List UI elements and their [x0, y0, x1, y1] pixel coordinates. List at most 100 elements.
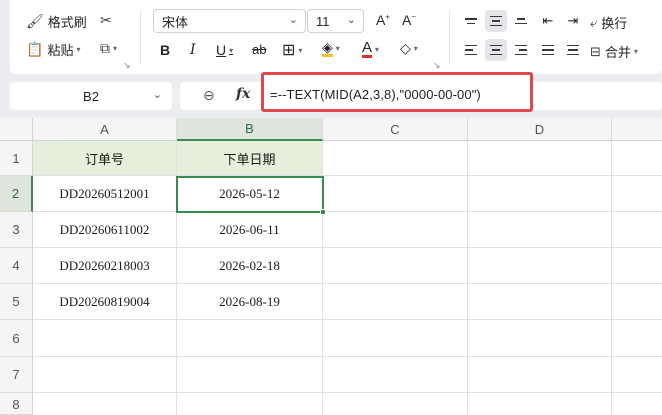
distributed-button[interactable] — [562, 39, 584, 61]
justify-button[interactable] — [537, 39, 559, 61]
column-header-b[interactable]: B — [177, 118, 323, 141]
row-header-8[interactable]: 8 — [0, 393, 33, 415]
row-header-3[interactable]: 3 — [0, 212, 33, 248]
border-button[interactable]: ⊞ ▾ — [282, 40, 302, 60]
font-size-value: 11 — [316, 13, 330, 29]
row-header-2[interactable]: 2 — [0, 176, 33, 212]
font-size-select[interactable]: 11 ⌄ — [307, 9, 364, 33]
cell-c5[interactable] — [323, 284, 468, 320]
align-bottom-button[interactable] — [510, 10, 532, 32]
column-header-d[interactable]: D — [468, 118, 612, 141]
align-middle-button[interactable] — [485, 10, 507, 32]
cell-a4[interactable]: DD20260218003 — [33, 248, 177, 284]
italic-button[interactable]: I — [190, 42, 196, 58]
font-color-button[interactable]: A ▾ — [362, 40, 379, 58]
font-launcher-icon[interactable]: ↘ — [433, 60, 441, 71]
copy-button[interactable]: ⧉ ▾ — [100, 40, 117, 57]
cell-c3[interactable] — [323, 212, 468, 248]
cell-a2[interactable]: DD20260512001 — [33, 176, 177, 212]
cell-b3[interactable]: 2026-06-11 — [177, 212, 323, 248]
row-header-6[interactable]: 6 — [0, 320, 33, 357]
paste-label: 粘贴 — [47, 43, 74, 58]
column-header-c[interactable]: C — [323, 118, 468, 141]
row-header-4[interactable]: 4 — [0, 248, 33, 284]
wrap-text-label: 换行 — [601, 16, 628, 31]
font-name-select[interactable]: 宋体 ⌄ — [153, 9, 306, 33]
decrease-indent-button[interactable]: ⇤ — [537, 10, 559, 32]
cell-a8[interactable] — [33, 393, 177, 415]
cell-b8[interactable] — [177, 393, 323, 415]
cell-a6[interactable] — [33, 320, 177, 357]
cell-d1[interactable] — [468, 141, 612, 176]
cell-e6[interactable] — [612, 320, 662, 357]
decrease-font-button[interactable]: A− — [402, 12, 416, 28]
underline-button[interactable]: U ▾ — [216, 42, 233, 58]
cell-e2[interactable] — [612, 176, 662, 212]
format-painter-button[interactable]: 🖌 格式刷 — [26, 12, 87, 31]
clear-format-button[interactable]: ◇ ▾ — [400, 40, 418, 57]
cell-d4[interactable] — [468, 248, 612, 284]
cell-b2[interactable]: 2026-05-12 — [177, 176, 323, 212]
cell-d8[interactable] — [468, 393, 612, 415]
paste-button[interactable]: 📋 粘贴 ▾ — [26, 40, 80, 59]
divider — [140, 10, 141, 64]
cell-b4[interactable]: 2026-02-18 — [177, 248, 323, 284]
cell-e8[interactable] — [612, 393, 662, 415]
increase-indent-button[interactable]: ⇥ — [562, 10, 584, 32]
cell-a7[interactable] — [33, 357, 177, 393]
align-top-button[interactable] — [460, 10, 482, 32]
align-center-button[interactable] — [485, 39, 507, 61]
cell-d2[interactable] — [468, 176, 612, 212]
cell-c4[interactable] — [323, 248, 468, 284]
cell-a3[interactable]: DD20260611002 — [33, 212, 177, 248]
cell-d5[interactable] — [468, 284, 612, 320]
chevron-down-icon: ⌄ — [152, 89, 162, 101]
fill-handle[interactable] — [320, 209, 326, 215]
cell-e4[interactable] — [612, 248, 662, 284]
bold-button[interactable]: B — [160, 42, 170, 58]
cell-a1[interactable]: 订单号 — [33, 141, 177, 176]
column-header-a[interactable]: A — [33, 118, 177, 141]
wrap-text-button[interactable]: ⤶ 换行 — [590, 13, 627, 32]
cell-d7[interactable] — [468, 357, 612, 393]
select-all-corner[interactable] — [0, 118, 33, 141]
cut-button[interactable]: ✂ — [100, 12, 112, 29]
cell-e3[interactable] — [612, 212, 662, 248]
cell-d3[interactable] — [468, 212, 612, 248]
fx-icon[interactable]: fx — [236, 86, 250, 102]
row-header-1[interactable]: 1 — [0, 141, 33, 176]
clipboard-launcher-icon[interactable]: ↘ — [123, 60, 131, 71]
cell-e5[interactable] — [612, 284, 662, 320]
cell-c6[interactable] — [323, 320, 468, 357]
strikethrough-button[interactable]: ab — [252, 42, 266, 57]
cell-e1[interactable] — [612, 141, 662, 176]
align-center-icon — [490, 44, 502, 56]
cell-c8[interactable] — [323, 393, 468, 415]
zoom-search-icon[interactable]: ⊖ — [203, 87, 215, 104]
align-right-button[interactable] — [510, 39, 532, 61]
cell-b5[interactable]: 2026-08-19 — [177, 284, 323, 320]
fill-color-button[interactable]: ◈ ▾ — [322, 40, 340, 57]
cell-b1[interactable]: 下单日期 — [177, 141, 323, 176]
align-left-button[interactable] — [460, 39, 482, 61]
cell-b7[interactable] — [177, 357, 323, 393]
cell-c7[interactable] — [323, 357, 468, 393]
merge-button[interactable]: ⊟ 合并 ▾ — [590, 42, 638, 61]
row-header-7[interactable]: 7 — [0, 357, 33, 393]
name-box[interactable]: B2 ⌄ — [10, 82, 172, 110]
chevron-down-icon: ▾ — [298, 45, 303, 55]
cell-d6[interactable] — [468, 320, 612, 357]
cell-c2[interactable] — [323, 176, 468, 212]
increase-font-button[interactable]: A+ — [376, 12, 390, 28]
cell-b6[interactable] — [177, 320, 323, 357]
column-header-e[interactable] — [612, 118, 662, 141]
cell-c1[interactable] — [323, 141, 468, 176]
align-left-icon — [465, 44, 477, 56]
cell-e7[interactable] — [612, 357, 662, 393]
align-right-icon — [515, 44, 527, 56]
chevron-down-icon: ▾ — [113, 44, 118, 53]
cell-a5[interactable]: DD20260819004 — [33, 284, 177, 320]
row-header-5[interactable]: 5 — [0, 284, 33, 320]
formula-input[interactable]: =--TEXT(MID(A2,3,8),"0000-00-00") — [270, 87, 481, 102]
merge-cells-icon: ⊟ — [590, 43, 601, 59]
